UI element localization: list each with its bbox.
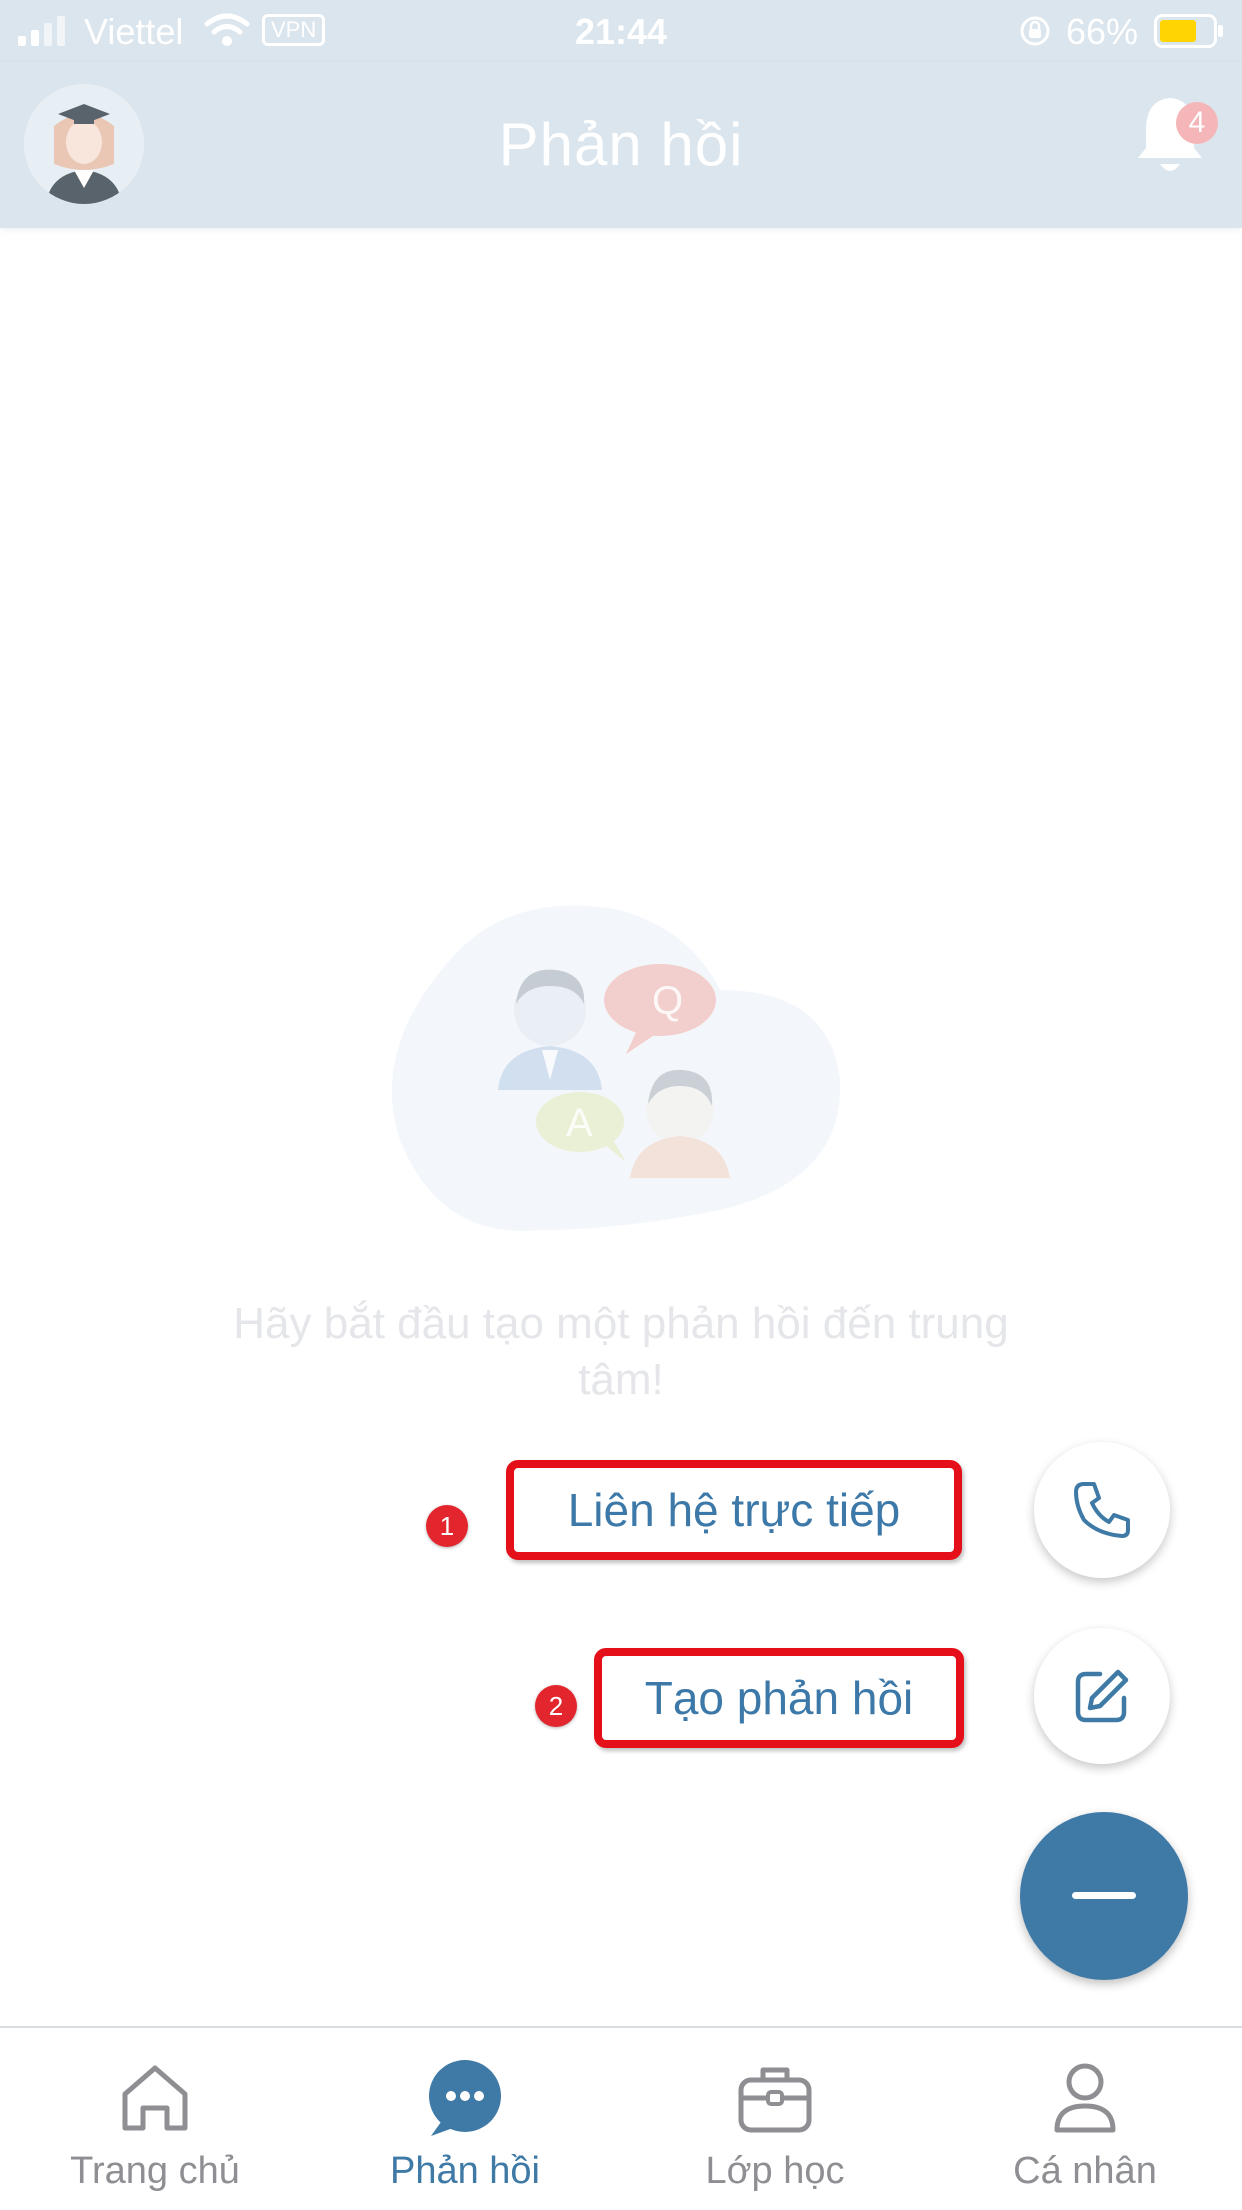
edit-icon [1075, 1669, 1129, 1723]
step-badge-1: 1 [426, 1505, 468, 1547]
minus-icon [1072, 1892, 1136, 1899]
status-time: 21:44 [574, 11, 668, 52]
tab-home-label: Trang chủ [70, 2150, 240, 2192]
phone-icon [1074, 1482, 1130, 1538]
home-icon [122, 2065, 188, 2131]
tab-profile[interactable]: Cá nhân [930, 2028, 1240, 2210]
empty-state-message: Hãy bắt đầu tạo một phản hồi đến trung t… [233, 1299, 1009, 1404]
status-bar: Viettel VPN 21:44 66% [0, 0, 1242, 62]
bottom-tab-bar: Trang chủ Phản hồi Lớp học Cá nhân [0, 2026, 1242, 2210]
rotation-lock-icon [1020, 16, 1050, 46]
tab-classes[interactable]: Lớp học [620, 2028, 930, 2210]
tab-feedback[interactable]: Phản hồi [310, 2028, 620, 2210]
battery-percentage: 66% [1066, 11, 1139, 52]
contact-direct-button[interactable] [1034, 1442, 1170, 1578]
briefcase-icon [738, 2067, 812, 2133]
tab-home[interactable]: Trang chủ [0, 2028, 310, 2210]
create-feedback-label[interactable]: Tạo phản hồi [594, 1648, 964, 1748]
tab-feedback-label: Phản hồi [389, 2150, 540, 2192]
chat-bubble-icon [429, 2060, 501, 2136]
empty-state-illustration: Q A [391, 905, 841, 1231]
person-icon [1054, 2063, 1116, 2133]
illustration-letter-a: A [566, 1101, 593, 1145]
create-feedback-button[interactable] [1034, 1628, 1170, 1764]
step-badge-2: 2 [535, 1685, 577, 1727]
app-header: Phản hồi 4 [0, 62, 1242, 228]
tab-profile-label: Cá nhân [1013, 2150, 1157, 2192]
contact-direct-label[interactable]: Liên hệ trực tiếp [506, 1460, 962, 1560]
illustration-letter-q: Q [652, 979, 683, 1023]
page-title: Phản hồi [498, 111, 744, 178]
notification-count-badge: 4 [1176, 102, 1218, 144]
battery-icon [1154, 14, 1223, 48]
toggle-actions-button[interactable] [1020, 1812, 1188, 1980]
tab-classes-label: Lớp học [705, 2150, 845, 2192]
